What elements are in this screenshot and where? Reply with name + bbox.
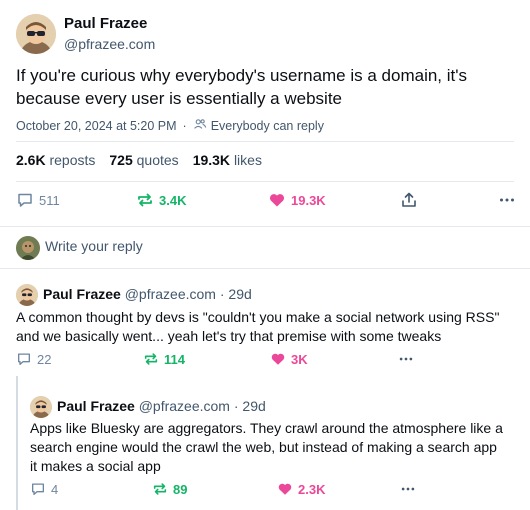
- quotes-stat[interactable]: 725 quotes: [109, 152, 178, 168]
- people-icon: [193, 117, 207, 134]
- main-post: Paul Frazee @pfrazee.com If you're curio…: [0, 0, 530, 227]
- author-handle[interactable]: @pfrazee.com: [64, 36, 155, 52]
- reply-icon: [30, 481, 46, 497]
- reposts-stat[interactable]: 2.6K reposts: [16, 152, 95, 168]
- more-button[interactable]: [400, 481, 416, 497]
- share-button[interactable]: [400, 191, 418, 209]
- more-icon: [400, 481, 416, 497]
- current-user-avatar: [16, 236, 40, 260]
- more-icon: [398, 351, 414, 367]
- reply-age[interactable]: · 29d: [220, 286, 252, 302]
- more-icon: [498, 191, 516, 209]
- post-meta: October 20, 2024 at 5:20 PM · Everybody …: [16, 117, 324, 134]
- reply-text: Apps like Bluesky are aggregators. They …: [30, 420, 503, 474]
- reply-input[interactable]: Write your reply: [45, 238, 143, 254]
- repost-button[interactable]: 114: [143, 351, 185, 367]
- reply-header: Paul Frazee @pfrazee.com · 29d: [57, 398, 266, 414]
- more-button[interactable]: [398, 351, 414, 367]
- repost-icon: [152, 481, 168, 497]
- author-name[interactable]: Paul Frazee: [64, 15, 147, 32]
- reply-setting[interactable]: Everybody can reply: [211, 119, 324, 133]
- repost-button[interactable]: 89: [152, 481, 187, 497]
- meta-separator: ·: [182, 118, 187, 133]
- reply-author-avatar[interactable]: [16, 284, 38, 306]
- post-text: If you're curious why everybody's userna…: [16, 66, 467, 108]
- reply-author-name[interactable]: Paul Frazee: [57, 398, 135, 414]
- repost-icon: [136, 191, 154, 209]
- like-icon: [270, 351, 286, 367]
- reply-author-handle[interactable]: @pfrazee.com: [139, 398, 230, 414]
- like-button[interactable]: 19.3K: [268, 191, 326, 209]
- like-icon: [268, 191, 286, 209]
- post-stats: 2.6K reposts 725 quotes 19.3K likes: [16, 152, 262, 168]
- reply-author-name[interactable]: Paul Frazee: [43, 286, 121, 302]
- reply-button[interactable]: 4: [30, 481, 58, 497]
- more-button[interactable]: [498, 191, 516, 209]
- reply-icon: [16, 191, 34, 209]
- repost-icon: [143, 351, 159, 367]
- like-button[interactable]: 3K: [270, 351, 308, 367]
- like-icon: [277, 481, 293, 497]
- reply-icon: [16, 351, 32, 367]
- reply-author-avatar[interactable]: [30, 396, 52, 418]
- author-avatar[interactable]: [16, 14, 56, 54]
- reply-button[interactable]: 22: [16, 351, 51, 367]
- like-button[interactable]: 2.3K: [277, 481, 325, 497]
- thread-line: [16, 376, 18, 510]
- share-icon: [400, 191, 418, 209]
- reply-button[interactable]: 511: [16, 191, 60, 209]
- reply-age[interactable]: · 29d: [234, 398, 266, 414]
- reply-header: Paul Frazee @pfrazee.com · 29d: [43, 286, 252, 302]
- likes-stat[interactable]: 19.3K likes: [193, 152, 262, 168]
- reply-text: A common thought by devs is "couldn't yo…: [16, 309, 500, 344]
- post-timestamp[interactable]: October 20, 2024 at 5:20 PM: [16, 119, 177, 133]
- divider: [16, 141, 514, 142]
- divider: [16, 181, 514, 182]
- reply-author-handle[interactable]: @pfrazee.com: [125, 286, 216, 302]
- repost-button[interactable]: 3.4K: [136, 191, 186, 209]
